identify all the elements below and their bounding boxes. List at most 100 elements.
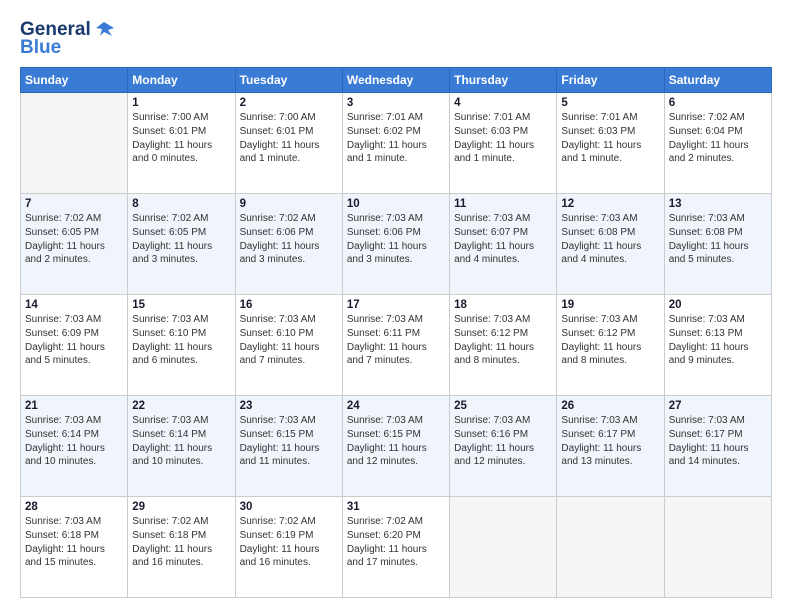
calendar-cell: 20 Sunrise: 7:03 AMSunset: 6:13 PMDayligh… bbox=[664, 295, 771, 396]
calendar-cell: 5 Sunrise: 7:01 AMSunset: 6:03 PMDaylight… bbox=[557, 93, 664, 194]
day-info: Sunrise: 7:03 AMSunset: 6:08 PMDaylight:… bbox=[561, 212, 659, 267]
day-info: Sunrise: 7:01 AMSunset: 6:03 PMDaylight:… bbox=[454, 111, 552, 166]
day-number: 7 bbox=[25, 198, 123, 210]
day-number: 10 bbox=[347, 198, 445, 210]
calendar-cell: 13 Sunrise: 7:03 AMSunset: 6:08 PMDayligh… bbox=[664, 194, 771, 295]
day-info: Sunrise: 7:00 AMSunset: 6:01 PMDaylight:… bbox=[132, 111, 230, 166]
calendar-cell: 29 Sunrise: 7:02 AMSunset: 6:18 PMDayligh… bbox=[128, 497, 235, 598]
calendar-cell bbox=[664, 497, 771, 598]
day-info: Sunrise: 7:03 AMSunset: 6:15 PMDaylight:… bbox=[240, 414, 338, 469]
day-number: 8 bbox=[132, 198, 230, 210]
col-header-friday: Friday bbox=[557, 68, 664, 93]
calendar-cell: 22 Sunrise: 7:03 AMSunset: 6:14 PMDayligh… bbox=[128, 396, 235, 497]
day-info: Sunrise: 7:03 AMSunset: 6:14 PMDaylight:… bbox=[25, 414, 123, 469]
calendar-cell: 27 Sunrise: 7:03 AMSunset: 6:17 PMDayligh… bbox=[664, 396, 771, 497]
day-info: Sunrise: 7:03 AMSunset: 6:09 PMDaylight:… bbox=[25, 313, 123, 368]
calendar-cell: 14 Sunrise: 7:03 AMSunset: 6:09 PMDayligh… bbox=[21, 295, 128, 396]
day-info: Sunrise: 7:01 AMSunset: 6:03 PMDaylight:… bbox=[561, 111, 659, 166]
day-info: Sunrise: 7:02 AMSunset: 6:06 PMDaylight:… bbox=[240, 212, 338, 267]
calendar-cell: 9 Sunrise: 7:02 AMSunset: 6:06 PMDaylight… bbox=[235, 194, 342, 295]
day-info: Sunrise: 7:00 AMSunset: 6:01 PMDaylight:… bbox=[240, 111, 338, 166]
day-info: Sunrise: 7:03 AMSunset: 6:14 PMDaylight:… bbox=[132, 414, 230, 469]
calendar-cell: 8 Sunrise: 7:02 AMSunset: 6:05 PMDaylight… bbox=[128, 194, 235, 295]
day-info: Sunrise: 7:02 AMSunset: 6:05 PMDaylight:… bbox=[132, 212, 230, 267]
day-info: Sunrise: 7:03 AMSunset: 6:13 PMDaylight:… bbox=[669, 313, 767, 368]
day-info: Sunrise: 7:01 AMSunset: 6:02 PMDaylight:… bbox=[347, 111, 445, 166]
calendar-cell: 12Sunrise: 7:03 AMSunset: 6:08 PMDayligh… bbox=[557, 194, 664, 295]
logo-wing-icon bbox=[94, 18, 116, 40]
day-info: Sunrise: 7:03 AMSunset: 6:12 PMDaylight:… bbox=[454, 313, 552, 368]
day-number: 15 bbox=[132, 299, 230, 311]
day-info: Sunrise: 7:02 AMSunset: 6:20 PMDaylight:… bbox=[347, 515, 445, 570]
day-info: Sunrise: 7:02 AMSunset: 6:05 PMDaylight:… bbox=[25, 212, 123, 267]
col-header-thursday: Thursday bbox=[450, 68, 557, 93]
day-number: 29 bbox=[132, 501, 230, 513]
calendar-cell: 24 Sunrise: 7:03 AMSunset: 6:15 PMDayligh… bbox=[342, 396, 449, 497]
calendar-cell: 17 Sunrise: 7:03 AMSunset: 6:11 PMDayligh… bbox=[342, 295, 449, 396]
col-header-tuesday: Tuesday bbox=[235, 68, 342, 93]
calendar-cell: 28 Sunrise: 7:03 AMSunset: 6:18 PMDayligh… bbox=[21, 497, 128, 598]
day-number: 26 bbox=[561, 400, 659, 412]
calendar-cell: 2 Sunrise: 7:00 AMSunset: 6:01 PMDaylight… bbox=[235, 93, 342, 194]
col-header-monday: Monday bbox=[128, 68, 235, 93]
day-number: 21 bbox=[25, 400, 123, 412]
calendar-cell: 25 Sunrise: 7:03 AMSunset: 6:16 PMDayligh… bbox=[450, 396, 557, 497]
day-info: Sunrise: 7:03 AMSunset: 6:18 PMDaylight:… bbox=[25, 515, 123, 570]
day-number: 27 bbox=[669, 400, 767, 412]
day-number: 2 bbox=[240, 97, 338, 109]
day-info: Sunrise: 7:03 AMSunset: 6:15 PMDaylight:… bbox=[347, 414, 445, 469]
logo-text: General bbox=[20, 20, 91, 39]
day-number: 28 bbox=[25, 501, 123, 513]
calendar-cell: 6 Sunrise: 7:02 AMSunset: 6:04 PMDaylight… bbox=[664, 93, 771, 194]
day-number: 24 bbox=[347, 400, 445, 412]
logo: General Blue bbox=[20, 18, 116, 57]
col-header-saturday: Saturday bbox=[664, 68, 771, 93]
day-info: Sunrise: 7:03 AMSunset: 6:16 PMDaylight:… bbox=[454, 414, 552, 469]
day-info: Sunrise: 7:03 AMSunset: 6:17 PMDaylight:… bbox=[561, 414, 659, 469]
day-number: 16 bbox=[240, 299, 338, 311]
page: General Blue SundayMondayTuesdayWednesda… bbox=[0, 0, 792, 612]
calendar-cell: 1Sunrise: 7:00 AMSunset: 6:01 PMDaylight… bbox=[128, 93, 235, 194]
calendar-cell: 15 Sunrise: 7:03 AMSunset: 6:10 PMDayligh… bbox=[128, 295, 235, 396]
day-number: 20 bbox=[669, 299, 767, 311]
calendar-cell: 16Sunrise: 7:03 AMSunset: 6:10 PMDayligh… bbox=[235, 295, 342, 396]
day-number: 22 bbox=[132, 400, 230, 412]
day-info: Sunrise: 7:02 AMSunset: 6:19 PMDaylight:… bbox=[240, 515, 338, 570]
day-number: 25 bbox=[454, 400, 552, 412]
col-header-wednesday: Wednesday bbox=[342, 68, 449, 93]
calendar-cell: 23 Sunrise: 7:03 AMSunset: 6:15 PMDayligh… bbox=[235, 396, 342, 497]
day-number: 23 bbox=[240, 400, 338, 412]
day-number: 31 bbox=[347, 501, 445, 513]
calendar-cell: 30 Sunrise: 7:02 AMSunset: 6:19 PMDayligh… bbox=[235, 497, 342, 598]
logo-blue: Blue bbox=[20, 38, 61, 57]
calendar-cell: 4 Sunrise: 7:01 AMSunset: 6:03 PMDaylight… bbox=[450, 93, 557, 194]
day-number: 9 bbox=[240, 198, 338, 210]
calendar-cell: 7 Sunrise: 7:02 AMSunset: 6:05 PMDaylight… bbox=[21, 194, 128, 295]
day-info: Sunrise: 7:03 AMSunset: 6:17 PMDaylight:… bbox=[669, 414, 767, 469]
calendar-cell: 10 Sunrise: 7:03 AMSunset: 6:06 PMDayligh… bbox=[342, 194, 449, 295]
day-info: Sunrise: 7:03 AMSunset: 6:10 PMDaylight:… bbox=[132, 313, 230, 368]
day-info: Sunrise: 7:03 AMSunset: 6:11 PMDaylight:… bbox=[347, 313, 445, 368]
day-number: 30 bbox=[240, 501, 338, 513]
day-number: 17 bbox=[347, 299, 445, 311]
day-info: Sunrise: 7:02 AMSunset: 6:18 PMDaylight:… bbox=[132, 515, 230, 570]
calendar-cell: 19Sunrise: 7:03 AMSunset: 6:12 PMDayligh… bbox=[557, 295, 664, 396]
day-info: Sunrise: 7:02 AMSunset: 6:04 PMDaylight:… bbox=[669, 111, 767, 166]
col-header-sunday: Sunday bbox=[21, 68, 128, 93]
calendar-cell bbox=[21, 93, 128, 194]
day-number: 6 bbox=[669, 97, 767, 109]
calendar-cell: 21 Sunrise: 7:03 AMSunset: 6:14 PMDayligh… bbox=[21, 396, 128, 497]
day-info: Sunrise: 7:03 AMSunset: 6:07 PMDaylight:… bbox=[454, 212, 552, 267]
calendar-cell: 3Sunrise: 7:01 AMSunset: 6:02 PMDaylight… bbox=[342, 93, 449, 194]
day-number: 4 bbox=[454, 97, 552, 109]
calendar-cell bbox=[450, 497, 557, 598]
day-info: Sunrise: 7:03 AMSunset: 6:08 PMDaylight:… bbox=[669, 212, 767, 267]
day-number: 18 bbox=[454, 299, 552, 311]
calendar-table: SundayMondayTuesdayWednesdayThursdayFrid… bbox=[20, 67, 772, 598]
calendar-cell: 26 Sunrise: 7:03 AMSunset: 6:17 PMDayligh… bbox=[557, 396, 664, 497]
day-number: 5 bbox=[561, 97, 659, 109]
day-info: Sunrise: 7:03 AMSunset: 6:06 PMDaylight:… bbox=[347, 212, 445, 267]
day-number: 14 bbox=[25, 299, 123, 311]
day-info: Sunrise: 7:03 AMSunset: 6:12 PMDaylight:… bbox=[561, 313, 659, 368]
day-number: 13 bbox=[669, 198, 767, 210]
